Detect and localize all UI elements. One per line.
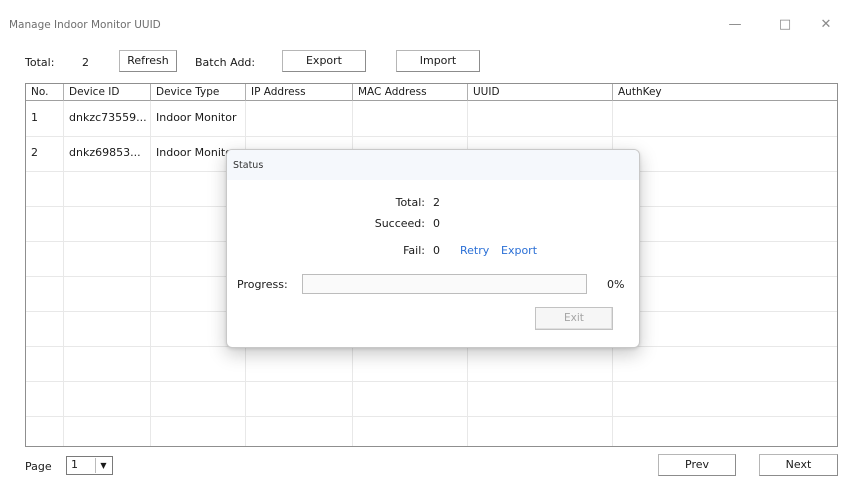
- refresh-button[interactable]: Refresh: [119, 50, 177, 72]
- exit-button[interactable]: Exit: [535, 307, 613, 330]
- col-mac-address[interactable]: MAC Address: [353, 84, 468, 101]
- dialog-total-value: 2: [433, 196, 440, 209]
- cell-no: 1: [31, 111, 38, 124]
- dialog-export-link[interactable]: Export: [501, 244, 537, 257]
- dialog-title-bar: Status: [227, 150, 639, 180]
- col-no[interactable]: No.: [26, 84, 64, 101]
- grid-line: [26, 416, 837, 417]
- chevron-down-icon[interactable]: ▼: [95, 458, 111, 473]
- cell-device-id: dnkz69853...: [69, 146, 141, 159]
- col-device-type[interactable]: Device Type: [151, 84, 246, 101]
- import-button[interactable]: Import: [396, 50, 480, 72]
- dialog-title: Status: [233, 160, 264, 171]
- batch-add-label: Batch Add:: [195, 56, 256, 69]
- dialog-total-label: Total:: [395, 196, 425, 209]
- status-dialog: Status Total: 2 Succeed: 0 Fail: 0 Retry…: [226, 149, 640, 348]
- retry-link[interactable]: Retry: [460, 244, 489, 257]
- progress-percent: 0%: [607, 278, 625, 291]
- dialog-fail-label: Fail:: [403, 244, 425, 257]
- export-button[interactable]: Export: [282, 50, 366, 72]
- progress-bar: [302, 274, 587, 294]
- dialog-fail-value: 0: [433, 244, 440, 257]
- col-ip-address[interactable]: IP Address: [246, 84, 353, 101]
- col-authkey[interactable]: AuthKey: [613, 84, 837, 101]
- cell-no: 2: [31, 146, 38, 159]
- page-select-value: 1: [71, 458, 78, 471]
- grid-line: [26, 136, 837, 137]
- dialog-succeed-value: 0: [433, 217, 440, 230]
- page-select[interactable]: 1 ▼: [66, 456, 113, 475]
- maximize-button[interactable]: □: [770, 14, 800, 36]
- cell-device-id: dnkzc73559...: [69, 111, 147, 124]
- close-button[interactable]: ✕: [811, 14, 841, 36]
- table-header: No. Device ID Device Type IP Address MAC…: [26, 83, 837, 101]
- grid-line: [26, 381, 837, 382]
- col-device-id[interactable]: Device ID: [64, 84, 151, 101]
- next-button[interactable]: Next: [759, 454, 838, 476]
- window-title: Manage Indoor Monitor UUID: [9, 19, 161, 31]
- dialog-succeed-label: Succeed:: [374, 217, 425, 230]
- minimize-button[interactable]: —: [720, 14, 750, 36]
- main-window: Manage Indoor Monitor UUID — □ ✕ Total: …: [0, 0, 842, 478]
- total-label: Total:: [25, 56, 55, 69]
- cell-device-type: Indoor Monitor: [156, 111, 237, 124]
- col-uuid[interactable]: UUID: [468, 84, 613, 101]
- total-value: 2: [82, 56, 89, 69]
- prev-button[interactable]: Prev: [658, 454, 736, 476]
- page-label: Page: [25, 460, 52, 473]
- progress-label: Progress:: [237, 278, 288, 291]
